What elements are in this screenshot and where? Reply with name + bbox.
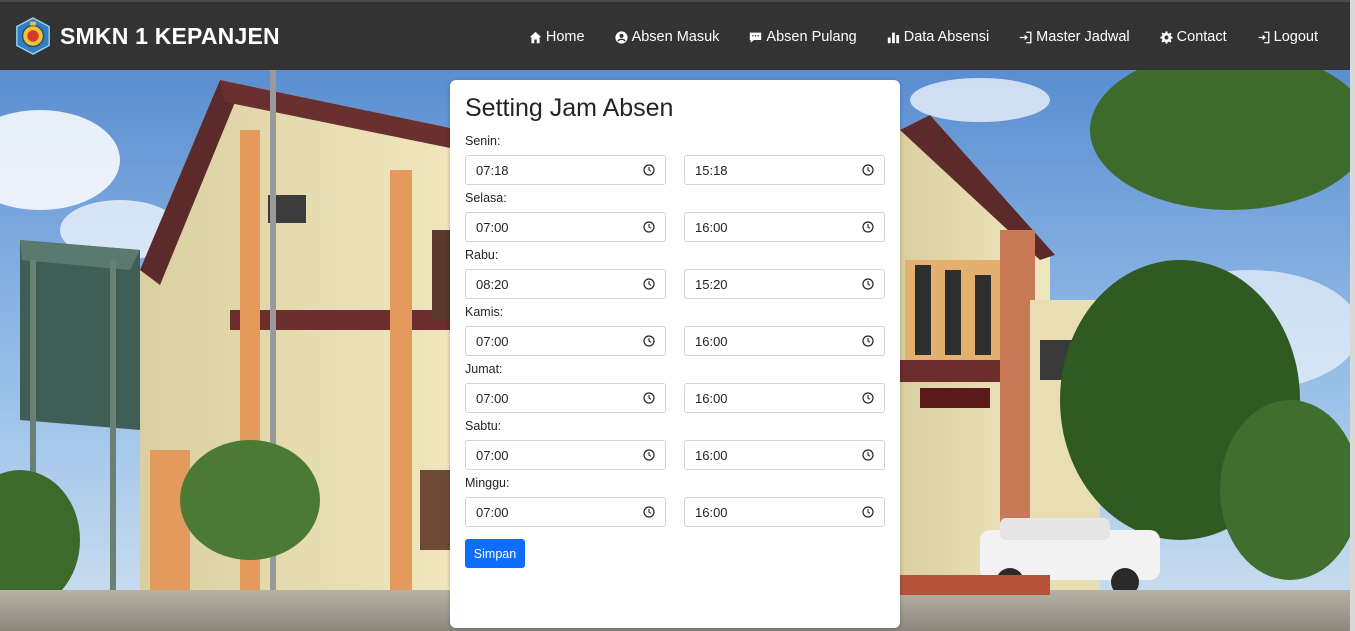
clock-icon[interactable] (643, 335, 655, 347)
end-time-input[interactable]: 16:00 (684, 212, 885, 242)
time-row: 08:20 15:20 (465, 269, 885, 299)
time-value: 16:00 (695, 333, 728, 349)
vertical-scrollbar[interactable] (1350, 0, 1355, 631)
clock-icon[interactable] (643, 506, 655, 518)
end-time-input[interactable]: 16:00 (684, 497, 885, 527)
brand-title: SMKN 1 KEPANJEN (60, 22, 280, 49)
clock-icon[interactable] (643, 278, 655, 290)
nav-logout[interactable]: Logout (1257, 29, 1318, 45)
day-label: Sabtu: (465, 419, 502, 433)
nav-absen-masuk-label: Absen Masuk (631, 29, 720, 45)
clock-icon[interactable] (862, 221, 874, 233)
end-time-input[interactable]: 15:18 (684, 155, 885, 185)
clock-icon[interactable] (862, 164, 874, 176)
clock-icon[interactable] (643, 221, 655, 233)
schedule-card: Setting Jam Absen Senin: 07:18 15:18 Sel… (450, 80, 900, 628)
day-row-sabtu: Sabtu: 07:00 16:00 (465, 419, 885, 470)
day-row-selasa: Selasa: 07:00 16:00 (465, 191, 885, 242)
user-circle-icon (614, 30, 628, 44)
nav-master-jadwal-label: Master Jadwal (1036, 29, 1130, 45)
time-value: 07:00 (476, 390, 509, 406)
start-time-input[interactable]: 07:00 (465, 212, 666, 242)
start-time-input[interactable]: 07:00 (465, 440, 666, 470)
nav-absen-masuk[interactable]: Absen Masuk (614, 29, 720, 45)
time-value: 16:00 (695, 447, 728, 463)
time-value: 15:20 (695, 276, 728, 292)
home-icon (529, 31, 542, 43)
time-row: 07:00 16:00 (465, 326, 885, 356)
day-label: Rabu: (465, 248, 499, 262)
end-time-input[interactable]: 16:00 (684, 383, 885, 413)
time-value: 07:00 (476, 447, 509, 463)
gear-icon (1160, 30, 1173, 44)
clock-icon[interactable] (862, 506, 874, 518)
time-value: 07:00 (476, 504, 509, 520)
time-row: 07:00 16:00 (465, 497, 885, 527)
top-navbar: SMKN 1 KEPANJEN Home Absen Masuk Absen P… (0, 0, 1350, 70)
nav-home[interactable]: Home (529, 29, 585, 45)
nav-menu: Home Absen Masuk Absen Pulang Data Absen… (499, 2, 1318, 72)
time-row: 07:18 15:18 (465, 155, 885, 185)
nav-absen-pulang[interactable]: Absen Pulang (749, 29, 857, 45)
clock-icon[interactable] (643, 449, 655, 461)
start-time-input[interactable]: 08:20 (465, 269, 666, 299)
time-value: 16:00 (695, 390, 728, 406)
page-title: Setting Jam Absen (465, 94, 674, 122)
time-row: 07:00 16:00 (465, 212, 885, 242)
clock-icon[interactable] (862, 392, 874, 404)
clock-icon[interactable] (862, 278, 874, 290)
nav-contact[interactable]: Contact (1160, 29, 1227, 45)
time-value: 07:18 (476, 162, 509, 178)
end-time-input[interactable]: 16:00 (684, 440, 885, 470)
time-row: 07:00 16:00 (465, 440, 885, 470)
start-time-input[interactable]: 07:00 (465, 326, 666, 356)
time-value: 15:18 (695, 162, 728, 178)
day-row-kamis: Kamis: 07:00 16:00 (465, 305, 885, 356)
nav-contact-label: Contact (1176, 29, 1227, 45)
day-label: Senin: (465, 134, 501, 148)
day-row-minggu: Minggu: 07:00 16:00 (465, 476, 885, 527)
start-time-input[interactable]: 07:00 (465, 497, 666, 527)
clock-icon[interactable] (643, 164, 655, 176)
nav-logout-label: Logout (1273, 29, 1318, 45)
day-row-senin: Senin: 07:18 15:18 (465, 134, 885, 185)
comment-icon (750, 32, 762, 43)
nav-data-absensi[interactable]: Data Absensi (887, 29, 989, 45)
brand[interactable]: SMKN 1 KEPANJEN (14, 17, 280, 55)
nav-data-absensi-label: Data Absensi (903, 29, 990, 45)
time-value: 16:00 (695, 504, 728, 520)
time-value: 07:00 (476, 333, 509, 349)
nav-absen-pulang-label: Absen Pulang (766, 29, 857, 45)
save-button[interactable]: Simpan (465, 539, 525, 568)
nav-master-jadwal[interactable]: Master Jadwal (1019, 29, 1130, 45)
day-label: Kamis: (465, 305, 504, 319)
nav-home-label: Home (545, 29, 585, 45)
time-row: 07:00 16:00 (465, 383, 885, 413)
sign-out-icon (1258, 31, 1270, 43)
start-time-input[interactable]: 07:00 (465, 383, 666, 413)
school-logo-icon (16, 17, 50, 55)
day-label: Minggu: (465, 476, 510, 490)
sign-in-icon (1019, 31, 1032, 43)
time-value: 07:00 (476, 219, 509, 235)
bar-chart-icon (887, 32, 899, 43)
day-label: Selasa: (465, 191, 507, 205)
clock-icon[interactable] (862, 335, 874, 347)
day-row-rabu: Rabu: 08:20 15:20 (465, 248, 885, 299)
time-value: 16:00 (695, 219, 728, 235)
clock-icon[interactable] (862, 449, 874, 461)
end-time-input[interactable]: 15:20 (684, 269, 885, 299)
time-value: 08:20 (476, 276, 509, 292)
day-label: Jumat: (465, 362, 503, 376)
end-time-input[interactable]: 16:00 (684, 326, 885, 356)
clock-icon[interactable] (643, 392, 655, 404)
day-row-jumat: Jumat: 07:00 16:00 (465, 362, 885, 413)
start-time-input[interactable]: 07:18 (465, 155, 666, 185)
